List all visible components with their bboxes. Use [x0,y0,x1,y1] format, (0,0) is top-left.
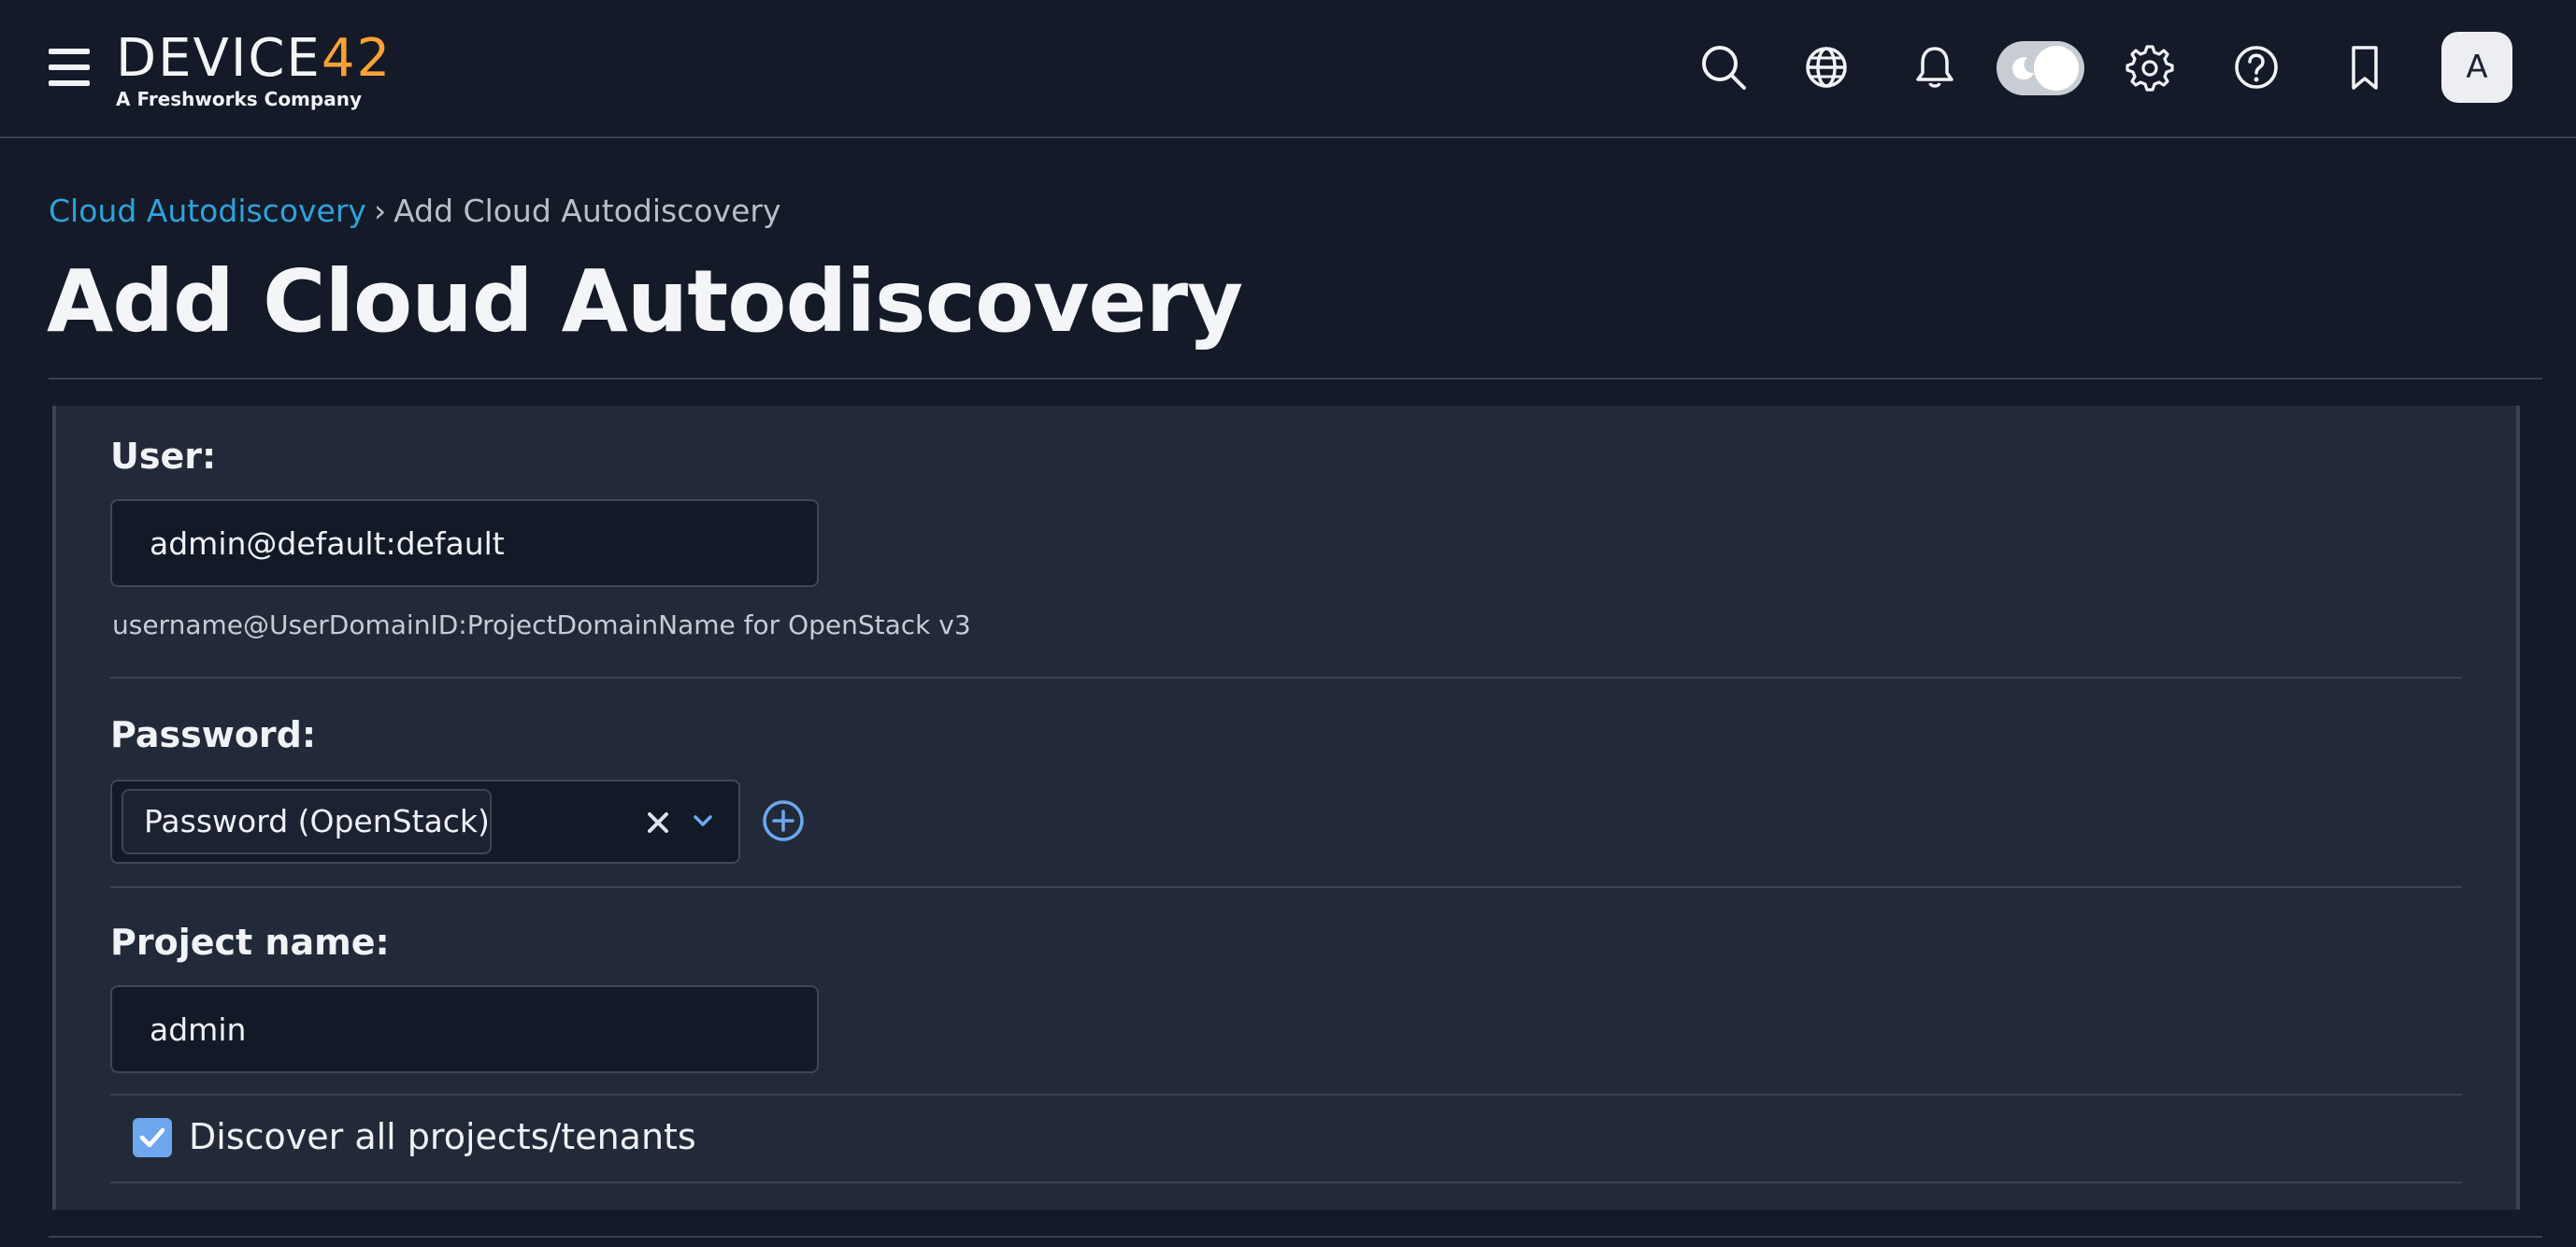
help-icon[interactable] [2228,39,2284,95]
project-name-input[interactable] [110,985,819,1073]
breadcrumb-separator: › [373,193,387,229]
breadcrumb-parent-link[interactable]: Cloud Autodiscovery [49,193,366,229]
checkmark-icon [139,1127,165,1148]
password-label: Password: [110,714,317,755]
device42-logo[interactable]: DEVICE42 A Freshworks Company [116,28,393,111]
project-name-label: Project name: [110,922,390,963]
toggle-knob [2034,46,2079,91]
breadcrumb: Cloud Autodiscovery › Add Cloud Autodiscov… [49,193,780,229]
globe-icon[interactable] [1798,39,1854,95]
bookmark-icon[interactable] [2337,39,2393,95]
page-title: Add Cloud Autodiscovery [47,251,1243,351]
menu-icon[interactable] [49,49,90,86]
user-help-text: username@UserDomainID:ProjectDomainName … [112,609,971,640]
divider [110,886,2462,888]
top-navigation-bar: DEVICE42 A Freshworks Company A [0,0,2576,138]
logo-tagline: A Freshworks Company [116,88,362,110]
logo-wordmark: DEVICE42 [116,28,393,89]
divider [110,677,2462,679]
user-label: User: [110,436,217,477]
discover-all-label[interactable]: Discover all projects/tenants [189,1116,696,1157]
clear-icon[interactable] [641,806,675,839]
chevron-down-icon[interactable] [686,804,720,838]
add-password-icon[interactable] [761,798,806,843]
theme-toggle[interactable] [1996,41,2084,95]
password-select[interactable]: Password (OpenStack) [110,780,740,864]
divider [110,1094,2462,1096]
gear-icon[interactable] [2122,39,2178,95]
password-selected-chip: Password (OpenStack) [122,789,492,854]
title-divider [49,378,2542,380]
user-avatar[interactable]: A [2441,32,2512,103]
divider [110,1182,2462,1183]
breadcrumb-current: Add Cloud Autodiscovery [394,193,781,229]
discover-all-checkbox[interactable] [133,1118,172,1157]
search-icon[interactable] [1696,39,1752,95]
bell-icon[interactable] [1907,39,1963,95]
footer-divider [49,1236,2542,1238]
user-input[interactable] [110,499,819,587]
